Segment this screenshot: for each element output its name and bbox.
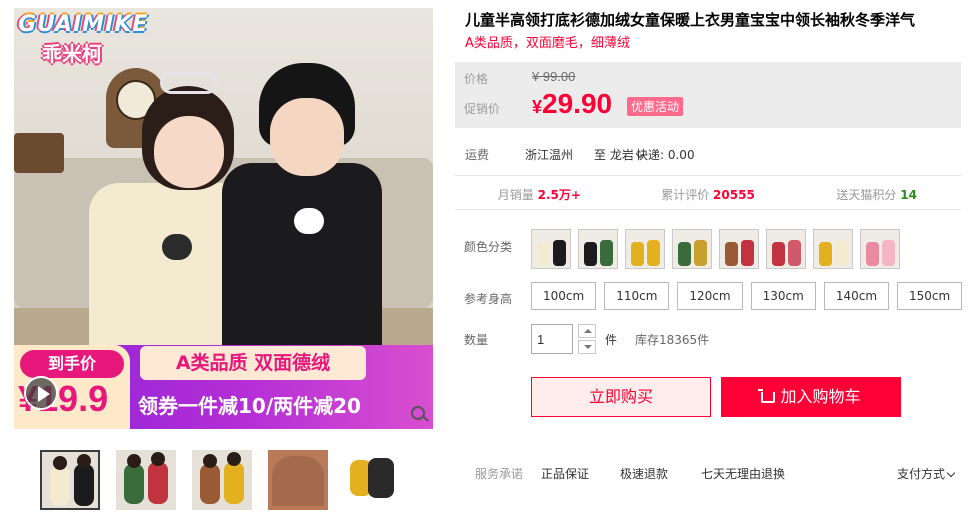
size-option[interactable]: 150cm	[897, 282, 963, 310]
size-option[interactable]: 130cm	[750, 282, 816, 310]
price-label: 价格	[464, 72, 489, 86]
cart-icon	[758, 389, 776, 403]
sunglasses	[160, 72, 218, 94]
price-panel	[455, 62, 961, 128]
chevron-down-icon	[946, 468, 956, 478]
current-price: ¥29.90	[532, 88, 612, 120]
size-option[interactable]: 120cm	[677, 282, 743, 310]
bear-print-icon	[294, 208, 324, 234]
boy-face	[270, 98, 344, 176]
promo-coupon-text: 领券一件减10/两件减20	[138, 394, 361, 418]
monthly-sales-label: 月销量	[497, 188, 534, 202]
service-item[interactable]: 七天无理由退换	[701, 465, 785, 482]
color-swatch-3[interactable]	[625, 229, 665, 269]
image-radio	[14, 133, 64, 173]
promo-activity-tag[interactable]: 优惠活动	[627, 97, 684, 116]
current-price-value: 29.90	[542, 88, 613, 119]
tmall-points-label: 送天猫积分	[836, 188, 897, 202]
color-swatch-1[interactable]	[531, 229, 571, 269]
zoom-icon[interactable]	[411, 406, 425, 420]
color-swatch-7[interactable]	[813, 229, 853, 269]
thumbnail-1[interactable]	[40, 450, 100, 510]
sales-stats: 月销量 2.5万+ 累计评价 20555 送天猫积分 14	[455, 186, 961, 203]
brand-logo: GUAIMIKE 乖米柯	[14, 10, 162, 68]
color-label: 颜色分类	[464, 240, 513, 254]
stock-count: 库存18365件	[635, 333, 710, 347]
service-label: 服务承诺	[475, 467, 524, 481]
shipping-origin: 浙江温州	[525, 148, 574, 162]
service-item[interactable]: 极速退款	[620, 465, 668, 482]
size-label: 参考身高	[464, 292, 513, 306]
shipping-fee: 快递: 0.00	[636, 148, 695, 162]
monthly-sales: 月销量 2.5万+	[455, 186, 624, 203]
product-title: 儿童半高领打底衫德加绒女童保暖上衣男童宝宝中领长袖秋冬季洋气	[465, 11, 916, 29]
tmall-points-value: 14	[900, 188, 917, 202]
thumbnail-strip	[40, 450, 404, 510]
promo-quality-badge: A类品质 双面德绒	[140, 346, 366, 380]
service-item[interactable]: 正品保证	[541, 465, 589, 482]
brand-logo-chinese: 乖米柯	[42, 42, 102, 66]
color-swatch-2[interactable]	[578, 229, 618, 269]
quantity-decrease-icon[interactable]	[578, 340, 596, 354]
review-count-value: 20555	[713, 188, 755, 202]
thumbnail-2[interactable]	[116, 450, 176, 510]
thumbnail-5[interactable]	[344, 450, 404, 510]
size-options: 100cm 110cm 120cm 130cm 140cm 150cm	[531, 282, 963, 310]
color-swatch-5[interactable]	[719, 229, 759, 269]
payment-method-label: 支付方式	[897, 467, 946, 481]
color-swatch-6[interactable]	[766, 229, 806, 269]
color-swatch-8[interactable]	[860, 229, 900, 269]
service-promise-row: 服务承诺 正品保证 极速退款 七天无理由退换 支付方式	[455, 450, 961, 494]
brand-logo-latin: GUAIMIKE	[18, 12, 149, 37]
product-subtitle: A类品质，双面磨毛，细薄绒	[465, 36, 630, 51]
bear-print-icon	[162, 234, 192, 260]
color-swatches	[531, 229, 900, 269]
thumbnail-4[interactable]	[268, 450, 328, 510]
size-option[interactable]: 110cm	[604, 282, 670, 310]
buy-now-button[interactable]: 立即购买	[531, 377, 711, 417]
tmall-points: 送天猫积分 14	[792, 186, 961, 203]
play-video-icon[interactable]	[24, 376, 58, 410]
thumbnail-3[interactable]	[192, 450, 252, 510]
girl-face	[154, 116, 224, 188]
shipping-destination: 龙岩	[609, 148, 634, 162]
add-to-cart-button[interactable]: 加入购物车	[721, 377, 901, 417]
divider	[455, 175, 961, 176]
review-count-label: 累计评价	[661, 188, 710, 202]
promo-price-title: 到手价	[20, 350, 124, 378]
review-count[interactable]: 累计评价 20555	[624, 186, 793, 203]
quantity-label: 数量	[464, 333, 489, 347]
quantity-increase-icon[interactable]	[578, 324, 596, 338]
payment-method-toggle[interactable]: 支付方式	[897, 465, 956, 482]
monthly-sales-value: 2.5万+	[537, 188, 581, 202]
shipping-label: 运费	[465, 148, 490, 162]
size-option[interactable]: 100cm	[531, 282, 597, 310]
add-to-cart-label: 加入购物车	[780, 387, 861, 406]
divider	[455, 209, 961, 210]
boy-black-shirt	[222, 163, 382, 363]
shipping-to-prefix: 至	[594, 148, 607, 162]
quantity-input[interactable]	[531, 324, 573, 354]
color-swatch-4[interactable]	[672, 229, 712, 269]
original-price: ¥ 99.00	[532, 69, 576, 84]
size-option[interactable]: 140cm	[823, 282, 890, 310]
quantity-unit: 件	[605, 333, 618, 347]
promo-price-label: 促销价	[464, 102, 501, 116]
currency-symbol: ¥	[532, 97, 543, 117]
